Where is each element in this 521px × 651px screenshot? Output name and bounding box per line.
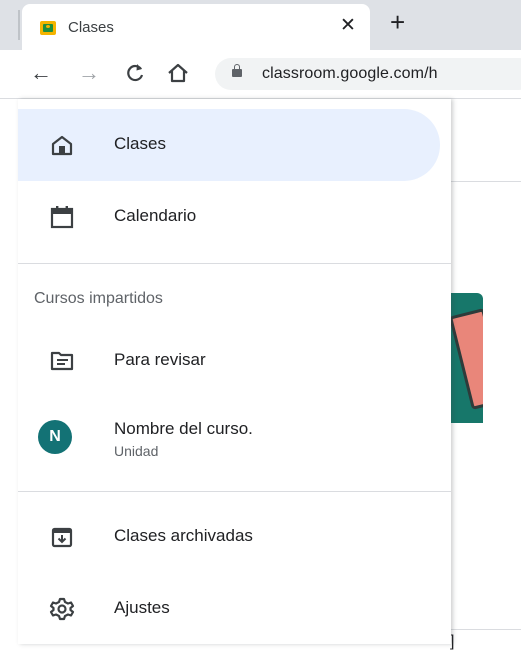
course-name: Nombre del curso. — [114, 419, 253, 438]
settings-icon — [49, 597, 75, 621]
home-icon[interactable] — [166, 60, 190, 92]
header-divider — [450, 181, 521, 182]
nav-item-label: Clases archivadas — [114, 526, 253, 545]
nav-item-calendario[interactable]: Calendario — [18, 181, 451, 253]
new-tab-button[interactable]: + — [390, 9, 405, 35]
address-bar[interactable]: classroom.google.com/h — [215, 58, 521, 90]
nav-item-clases-archivadas[interactable]: Clases archivadas — [18, 501, 451, 573]
nav-item-ajustes[interactable]: Ajustes — [18, 573, 451, 645]
home-icon — [49, 133, 75, 157]
drawer-divider — [18, 263, 451, 264]
class-card-banner[interactable] — [448, 293, 483, 423]
tab-separator — [18, 10, 20, 40]
course-section: Unidad — [114, 443, 159, 459]
tab-strip: Clases ✕ + — [0, 0, 521, 50]
course-avatar: N — [38, 420, 72, 454]
navigation-drawer: Clases Calendario Cursos impartidos Para… — [18, 99, 451, 644]
calendar-icon — [49, 205, 75, 229]
nav-item-label: Clases — [114, 134, 166, 153]
browser-toolbar: ← → classroom.google.com/h — [0, 50, 521, 99]
nav-item-course[interactable]: N Nombre del curso. Unidad — [18, 397, 451, 477]
drawer-divider — [18, 491, 451, 492]
url-text: classroom.google.com/h — [262, 65, 438, 82]
archive-icon — [49, 525, 75, 549]
classroom-favicon-icon — [40, 21, 56, 35]
nav-item-clases[interactable]: Clases — [18, 109, 440, 181]
back-icon[interactable]: ← — [30, 60, 52, 86]
section-title: Cursos impartidos — [34, 290, 163, 307]
nav-item-label: Calendario — [114, 206, 197, 225]
close-tab-icon[interactable]: ✕ — [340, 14, 356, 37]
card-divider — [448, 629, 521, 630]
assignment-review-icon — [49, 349, 75, 373]
forward-icon[interactable]: → — [78, 60, 100, 86]
lock-icon — [232, 64, 242, 77]
nav-item-label: Para revisar — [114, 350, 206, 369]
browser-tab[interactable]: Clases ✕ — [22, 4, 370, 50]
nav-item-para-revisar[interactable]: Para revisar — [18, 325, 451, 397]
tab-title: Clases — [68, 19, 114, 36]
nav-item-label: Ajustes — [114, 598, 170, 617]
reload-icon[interactable] — [124, 60, 146, 92]
